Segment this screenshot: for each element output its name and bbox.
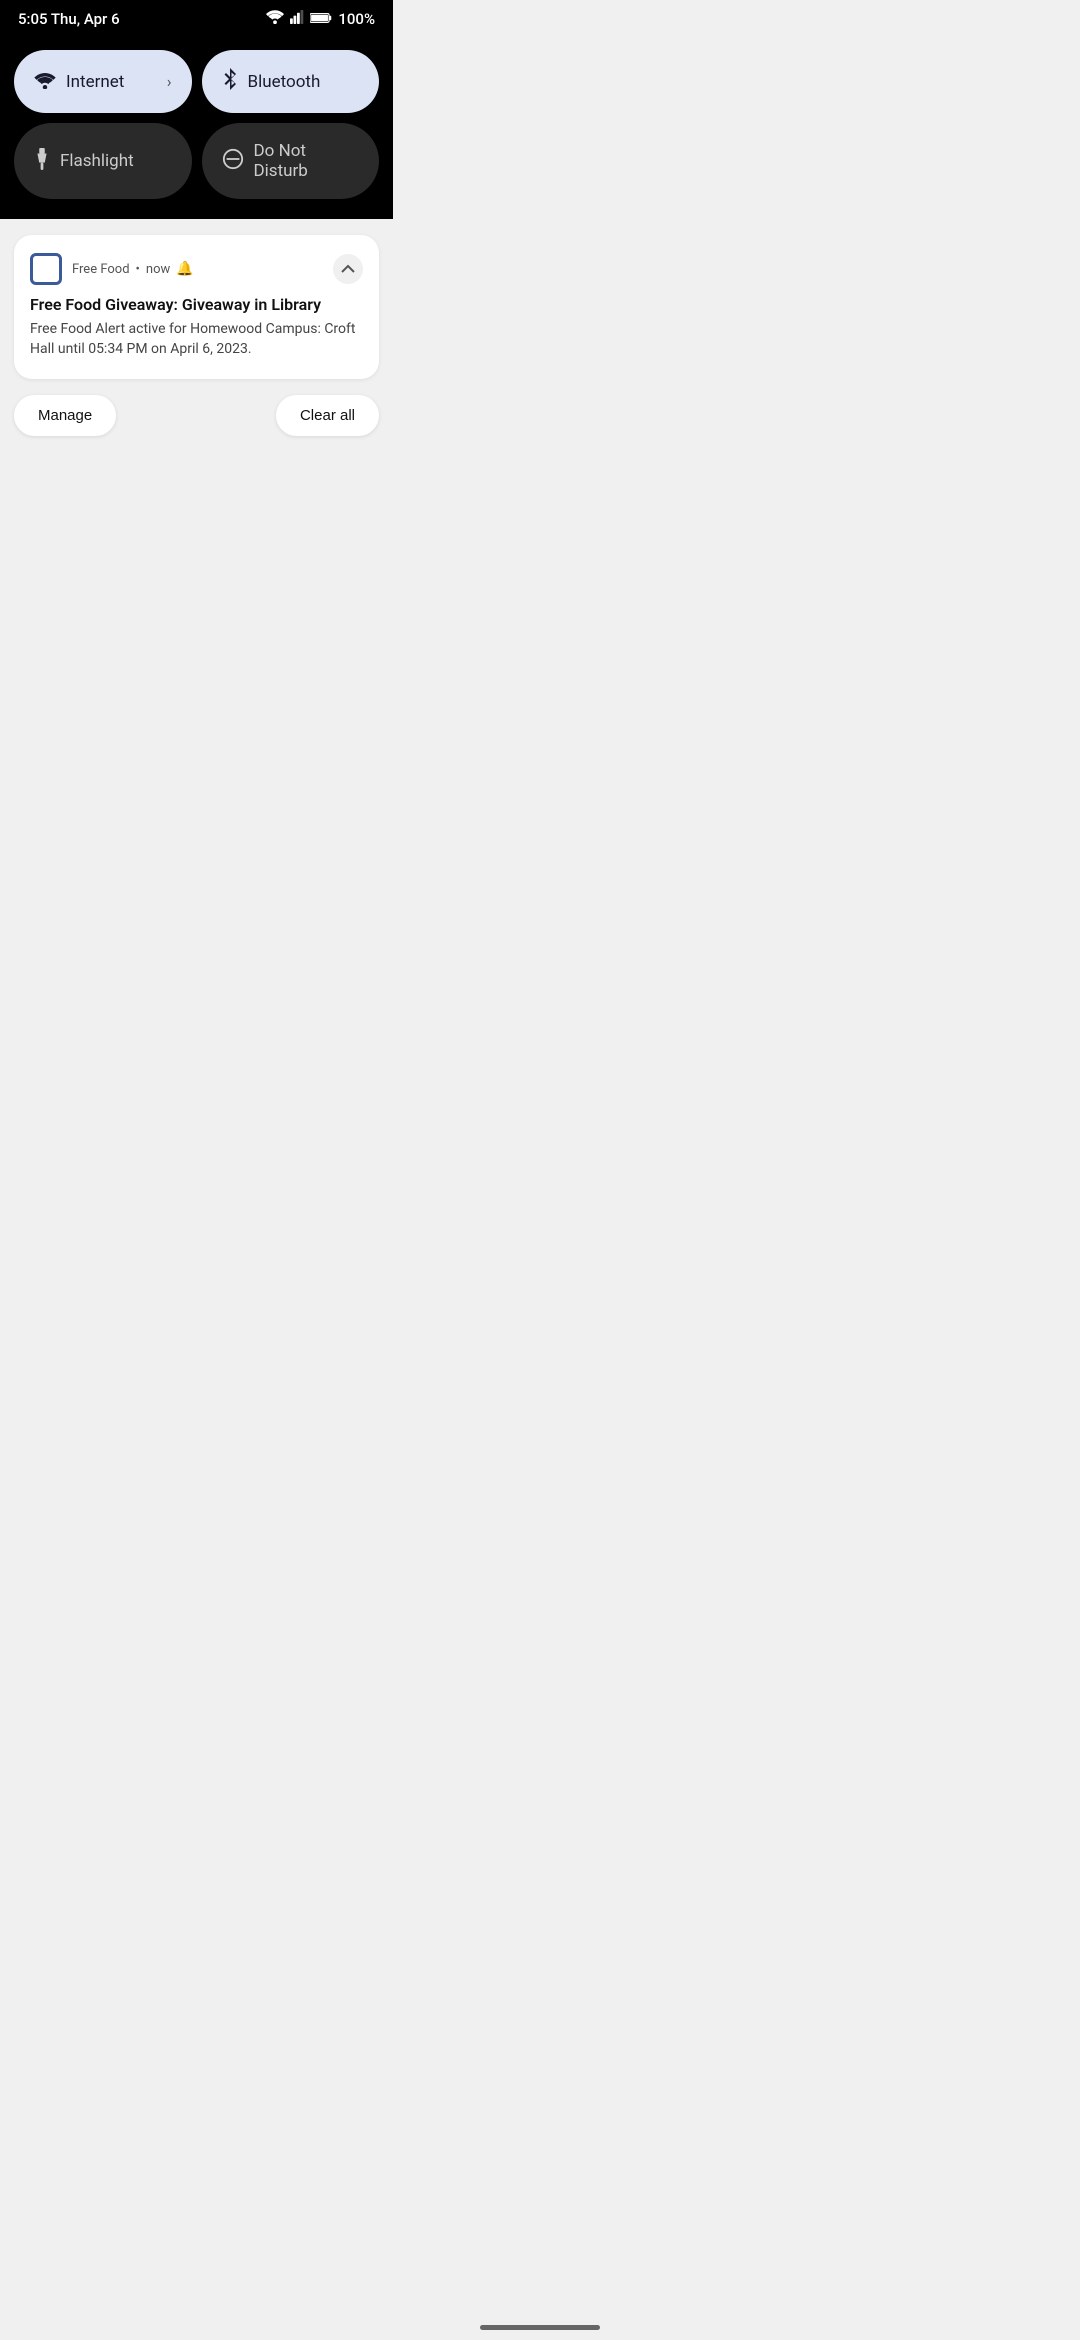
notification-area: Free Food • now 🔔 Free Food Giveaway: Gi… [0,219,393,436]
dnd-qs-icon [222,148,244,175]
battery-icon [310,10,332,28]
notif-collapse-button[interactable] [333,254,363,284]
notif-title: Free Food Giveaway: Giveaway in Library [30,295,363,314]
dnd-tile-label: Do Not Disturb [254,141,360,181]
qs-tile-dnd[interactable]: Do Not Disturb [202,123,380,199]
notification-actions: Manage Clear all [14,395,379,436]
flashlight-qs-icon [34,148,50,175]
home-indicator [480,2325,600,2330]
status-bar: 5:05 Thu, Apr 6 100 [0,0,393,36]
bluetooth-qs-icon [222,68,238,95]
qs-tile-flashlight[interactable]: Flashlight [14,123,192,199]
wifi-qs-icon [34,70,56,94]
notif-time: now [146,262,170,277]
notif-header: Free Food • now 🔔 [30,253,363,285]
notif-bell-icon: 🔔 [176,261,193,277]
manage-button[interactable]: Manage [14,395,116,436]
wifi-icon [266,10,284,28]
bluetooth-tile-label: Bluetooth [248,72,321,92]
battery-label: 100% [338,10,375,28]
notif-app-icon [30,253,62,285]
flashlight-tile-label: Flashlight [60,151,134,171]
notif-body: Free Food Alert active for Homewood Camp… [30,320,363,359]
signal-icon [290,10,304,28]
notif-header-left: Free Food • now 🔔 [30,253,194,285]
quick-settings-panel: Internet › Bluetooth Flashlight [0,36,393,219]
internet-arrow-icon: › [167,72,172,91]
clear-all-button[interactable]: Clear all [276,395,379,436]
notification-card-free-food: Free Food • now 🔔 Free Food Giveaway: Gi… [14,235,379,379]
qs-tile-internet[interactable]: Internet › [14,50,192,113]
notif-app-name: Free Food [72,262,130,277]
status-time: 5:05 Thu, Apr 6 [18,10,120,28]
internet-tile-label: Internet [66,72,124,92]
time-label: 5:05 Thu, Apr 6 [18,10,120,28]
qs-tile-bluetooth[interactable]: Bluetooth [202,50,380,113]
notif-meta: Free Food • now 🔔 [72,261,194,277]
notif-dot: • [136,262,140,277]
status-icons: 100% [266,10,375,28]
